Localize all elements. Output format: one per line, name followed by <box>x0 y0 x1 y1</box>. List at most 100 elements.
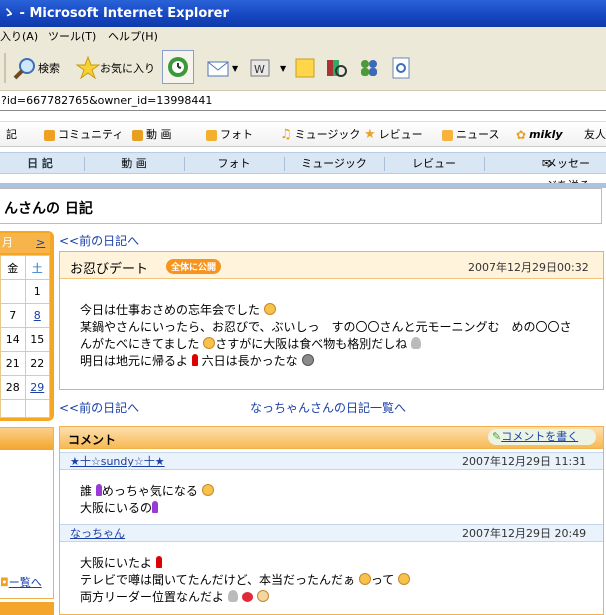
sitenav-item-mikly[interactable]: ✿ mikly <box>516 122 563 148</box>
sitenav-label: ミュージック <box>294 128 361 141</box>
toolbar-separator <box>4 53 6 83</box>
history-icon <box>168 57 188 77</box>
entry-date: 2007年12月29日00:32 <box>468 261 589 274</box>
sidebar-box: ◘ー覧へ <box>0 427 54 599</box>
bulb-emoji-icon <box>411 337 422 349</box>
mikly-icon: ✿ <box>516 128 527 142</box>
bulb-emoji-icon <box>227 590 238 602</box>
comment-author[interactable]: なっちゃん <box>70 525 125 542</box>
prev-diary-link[interactable]: <<前の日記へ <box>59 399 139 416</box>
sitenav-item-review[interactable]: ★ レビュー <box>364 122 423 148</box>
tab-photo[interactable]: フォト <box>184 153 284 175</box>
exclamation-emoji-icon <box>191 354 198 366</box>
spacer <box>0 111 606 121</box>
site-nav: 記 コミュニティ 動 画 フォト ♫ ミュージック ★ レビュー ニュース ✿ mik… <box>0 121 606 147</box>
comment-header: ★十☆sundy☆十★ 2007年12月29日 11:31 <box>60 452 603 470</box>
heart-emoji-icon <box>241 592 253 602</box>
sitenav-label: レビュー <box>378 128 423 141</box>
video-icon <box>132 129 143 141</box>
print-preview-button[interactable] <box>389 52 413 84</box>
sitenav-item-community[interactable]: コミュニティ <box>44 122 123 148</box>
sitenav-item-news[interactable]: ニュース <box>442 122 499 148</box>
community-icon <box>44 129 55 141</box>
comment-author[interactable]: ★十☆sundy☆十★ <box>70 453 165 470</box>
sitenav-label: mikly <box>529 128 563 141</box>
calendar-day: 15 <box>24 327 50 352</box>
mail-dropdown-icon[interactable]: ▼ <box>232 64 238 73</box>
calendar-day: 7 <box>0 303 26 328</box>
page-search-icon <box>392 57 410 79</box>
smile-emoji-icon <box>398 573 411 585</box>
sitenav-item-diary[interactable]: 記 <box>6 122 17 148</box>
tab-diary[interactable]: 日 記 <box>0 153 80 175</box>
edit-button[interactable]: W ▼ <box>248 52 286 84</box>
sitenav-label: ニュース <box>456 128 500 141</box>
history-button[interactable] <box>162 50 194 84</box>
prev-diary-link[interactable]: <<前の日記へ <box>59 232 139 249</box>
comment-date: 2007年12月29日 11:31 <box>462 455 587 468</box>
arrow-icon: ◘ <box>0 576 9 589</box>
comment-line: 大阪にいるの <box>80 501 153 515</box>
sub-nav: 日 記 動 画 フォト ミュージック レビュー ✉メッセージを送る <box>0 152 606 192</box>
favorites-label: お気に入り <box>100 62 155 75</box>
tab-review[interactable]: レビュー <box>384 153 484 175</box>
comment-header: なっちゃん 2007年12月29日 20:49 <box>60 524 603 542</box>
sitenav-label: 動 画 <box>146 128 172 141</box>
sitenav-item-music[interactable]: ♫ ミュージック <box>280 122 360 148</box>
calendar-dow: 金 <box>0 255 26 280</box>
sitenav-label: 記 <box>6 128 17 141</box>
comment-body: 大阪にいたよ テレビで噂は聞いてたんだけど、本当だったんだぁ って 両方リーダー… <box>80 555 411 606</box>
tab-video[interactable]: 動 画 <box>84 153 184 175</box>
entry-line: 今日は仕事おさめの忘年会でした <box>80 303 261 317</box>
sitenav-item-friends[interactable]: 友人 <box>584 122 606 148</box>
calendar-next[interactable]: > <box>36 233 45 253</box>
comment-line: 両方リーダー位置なんだよ <box>80 590 225 604</box>
exclamation-emoji-icon <box>155 556 162 568</box>
sidebar-list-link[interactable]: ◘ー覧へ <box>0 574 42 590</box>
favorites-button[interactable]: お気に入り <box>76 52 155 84</box>
star-icon <box>76 56 100 80</box>
smile-emoji-icon <box>358 573 371 585</box>
music-icon: ♫ <box>280 127 292 142</box>
calendar-dow: 土 <box>24 255 50 280</box>
sitenav-label: 友人 <box>584 128 606 141</box>
tab-divider <box>484 157 485 171</box>
diary-list-link[interactable]: なっちゃんさんの日記一覧へ <box>250 399 406 416</box>
calendar-header: 月 > <box>0 233 50 253</box>
edit-dropdown-icon[interactable]: ▼ <box>280 64 286 73</box>
comments-title: コメント <box>68 433 117 447</box>
hand-emoji-icon <box>256 590 269 602</box>
calendar-grid: 金 土 1 7 8 14 15 21 22 28 29 <box>0 255 50 418</box>
sidebar-box-header <box>0 428 53 450</box>
window-titlebar: ゝ - Microsoft Internet Explorer <box>0 0 606 27</box>
entry-body: 今日は仕事おさめの忘年会でした 某鍋やさんにいったら、お忍びで、ぶいしっ すの〇… <box>80 302 600 370</box>
menu-item-tools[interactable]: ツール(T) <box>48 27 96 47</box>
word-icon: W <box>250 59 270 77</box>
address-bar[interactable]: ?id=667782765&owner_id=13998441 <box>0 91 606 111</box>
messenger-button[interactable] <box>356 52 382 84</box>
calendar-day-link[interactable]: 8 <box>24 303 50 328</box>
address-url[interactable]: ?id=667782765&owner_id=13998441 <box>1 94 212 107</box>
review-star-icon: ★ <box>364 127 376 142</box>
mail-button[interactable]: ▼ <box>206 52 238 84</box>
search-button[interactable]: 検索 <box>12 52 60 84</box>
smile-emoji-icon <box>201 484 214 496</box>
calendar-day <box>24 399 50 418</box>
calendar-day-link[interactable]: 29 <box>24 375 50 400</box>
sitenav-item-video[interactable]: 動 画 <box>132 122 172 148</box>
research-button[interactable] <box>324 52 348 84</box>
tab-music[interactable]: ミュージック <box>284 153 384 175</box>
comment-line: 大阪にいたよ <box>80 556 153 570</box>
comment-line: めっちゃ気になる <box>101 484 198 498</box>
calendar-day: 1 <box>24 279 50 304</box>
pencil-icon: ✎ <box>492 430 502 443</box>
write-comment-button[interactable]: ✎コメントを書く <box>488 429 596 445</box>
write-comment-label: コメントを書く <box>501 430 579 443</box>
sitenav-item-photo[interactable]: フォト <box>206 122 253 148</box>
comment-line: って <box>370 573 395 587</box>
menu-item-favorites[interactable]: 入り(A) <box>0 27 38 47</box>
calendar-month: 月 <box>2 236 13 249</box>
menu-item-help[interactable]: ヘルプ(H) <box>108 27 158 47</box>
note-button[interactable] <box>293 52 317 84</box>
svg-text:W: W <box>254 63 265 76</box>
